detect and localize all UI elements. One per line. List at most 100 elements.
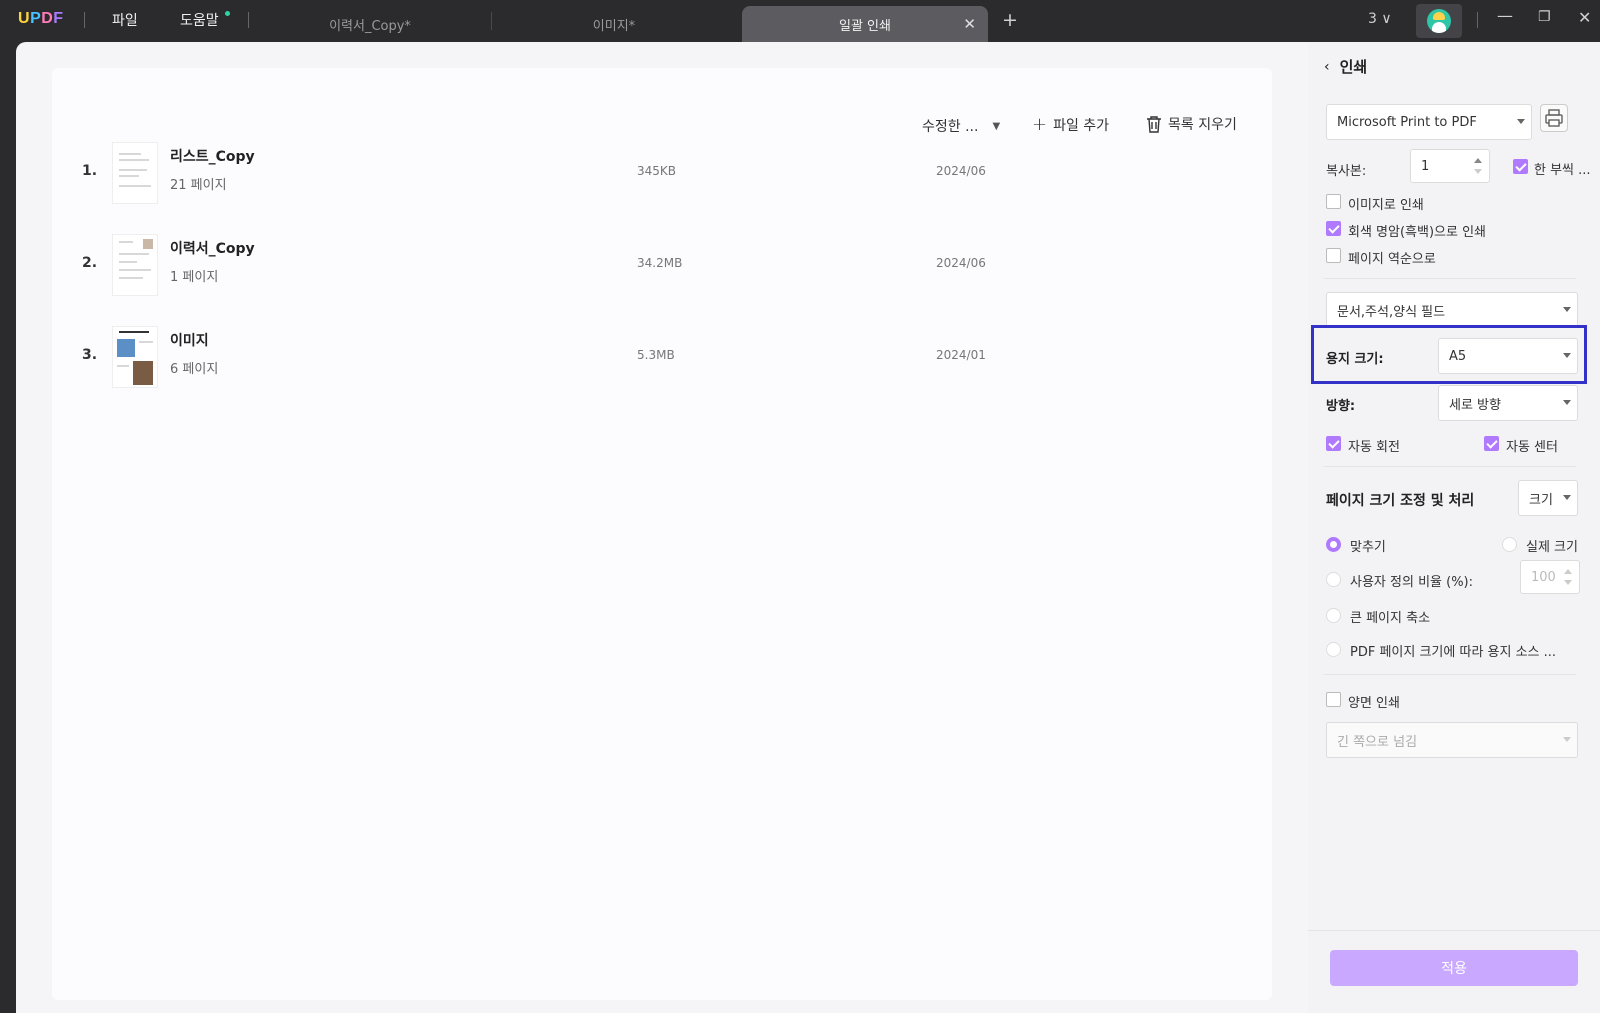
chevron-down-icon: ∨ [1381,11,1392,27]
reverse-order-checkbox[interactable] [1326,248,1341,263]
caret-down-icon [1563,737,1571,742]
custom-scale-radio[interactable] [1326,572,1341,587]
grayscale-label: 회색 명암(흑백)으로 인쇄 [1348,225,1487,240]
file-size: 34.2MB [637,256,683,270]
grayscale-checkbox[interactable] [1326,221,1341,236]
flip-select[interactable]: 긴 쪽으로 넘김 [1326,722,1578,758]
section-divider [1324,278,1576,279]
print-settings-panel: ‹ 인쇄 Microsoft Print to PDF 복사본: 1 한 부씩 … [1308,42,1600,1013]
tab-label: 일괄 인쇄 [839,18,891,34]
file-row[interactable]: 2. 이력서_Copy 1 페이지 34.2MB 2024/06 [52,234,1252,324]
restore-icon[interactable]: ❐ [1538,9,1551,25]
titlebar-separator [84,12,85,28]
file-thumbnail [112,142,158,204]
file-date: 2024/06 [936,256,986,270]
footer-divider [1308,930,1600,931]
collate-checkbox[interactable] [1513,159,1528,174]
close-icon[interactable]: ✕ [963,15,976,33]
minimize-icon[interactable]: — [1497,6,1513,25]
file-row[interactable]: 1. 리스트_Copy 21 페이지 345KB 2024/06 [52,142,1252,232]
content-select[interactable]: 문서,주석,양식 필드 [1326,292,1578,328]
shrink-radio[interactable] [1326,608,1341,623]
reverse-order-label: 페이지 역순으로 [1348,252,1436,267]
scaling-mode-select[interactable]: 크기 [1518,480,1578,516]
duplex-checkbox[interactable] [1326,692,1341,707]
content-value: 문서,주석,양식 필드 [1337,304,1446,320]
section-divider [1324,466,1576,467]
caret-down-icon [1563,400,1571,405]
duplex-label: 양면 인쇄 [1348,696,1400,711]
print-as-image-label: 이미지로 인쇄 [1348,198,1424,213]
copies-stepper[interactable]: 1 [1410,149,1490,183]
tab-resume-copy[interactable]: 이력서_Copy* [250,6,490,42]
account-count-label: 3 [1368,11,1377,27]
add-file-label: 파일 추가 [1053,117,1110,134]
orientation-select[interactable]: 세로 방향 [1438,385,1578,421]
scaling-title: 페이지 크기 조정 및 처리 [1326,493,1475,509]
tab-label: 이력서_Copy* [329,18,411,34]
file-index: 3. [82,347,98,363]
account-count[interactable]: 3 ∨ [1368,11,1392,27]
file-row[interactable]: 3. 이미지 6 페이지 5.3MB 2024/01 [52,326,1252,416]
tab-batch-print[interactable]: 일괄 인쇄 ✕ [742,6,988,42]
sort-dropdown[interactable]: 수정한 ... ▼ [922,116,1000,136]
avatar[interactable] [1416,4,1462,38]
file-list-card: 수정한 ... ▼ + 파일 추가 목록 지우기 1. 리스트_Copy 21 … [52,68,1272,1000]
auto-center-checkbox[interactable] [1484,436,1499,451]
shrink-label: 큰 페이지 축소 [1350,611,1431,626]
printer-icon [1545,109,1563,127]
scaling-mode-value: 크기 [1529,492,1553,508]
tab-image[interactable]: 이미지* [494,6,734,42]
file-pages: 6 페이지 [170,362,219,377]
close-window-icon[interactable]: ✕ [1578,8,1591,27]
custom-scale-label: 사용자 정의 비율 (%): [1350,575,1473,590]
actual-size-radio[interactable] [1502,537,1517,552]
auto-rotate-checkbox[interactable] [1326,436,1341,451]
spin-down-icon[interactable] [1474,169,1482,174]
file-date: 2024/06 [936,164,986,178]
tab-label: 이미지* [592,18,636,34]
file-name: 리스트_Copy [170,149,255,165]
print-as-image-checkbox[interactable] [1326,194,1341,209]
tab-divider [491,12,492,30]
fit-radio[interactable] [1326,537,1341,552]
apply-button[interactable]: 적용 [1330,950,1578,986]
titlebar-separator [1477,12,1478,28]
notification-dot [225,11,230,16]
batch-print-workspace: 수정한 ... ▼ + 파일 추가 목록 지우기 1. 리스트_Copy 21 … [16,42,1308,1013]
file-size: 5.3MB [637,348,675,362]
user-avatar-icon [1427,9,1451,33]
updf-logo[interactable]: UPDF [18,10,64,28]
collate-label: 한 부씩 ... [1534,163,1591,178]
file-name: 이력서_Copy [170,241,255,257]
printer-select[interactable]: Microsoft Print to PDF [1326,104,1532,140]
file-date: 2024/01 [936,348,986,362]
file-thumbnail [112,234,158,296]
sort-label: 수정한 ... [922,119,979,135]
caret-down-icon: ▼ [992,120,1001,132]
panel-header: ‹ 인쇄 [1324,56,1367,77]
printer-value: Microsoft Print to PDF [1337,114,1477,130]
printer-properties-button[interactable] [1540,104,1568,132]
file-pages: 1 페이지 [170,270,219,285]
clear-list-button[interactable]: 목록 지우기 [1146,114,1237,134]
back-arrow-icon[interactable]: ‹ [1324,59,1330,75]
menu-file[interactable]: 파일 [112,10,138,30]
spin-up-icon[interactable] [1564,569,1572,574]
file-pages: 21 페이지 [170,178,227,193]
titlebar-separator [248,12,249,28]
menu-help[interactable]: 도움말 [180,10,219,30]
custom-scale-input[interactable]: 100 [1520,560,1580,594]
file-index: 2. [82,255,98,271]
panel-title: 인쇄 [1339,58,1368,76]
pdf-source-radio[interactable] [1326,642,1341,657]
spin-up-icon[interactable] [1474,158,1482,163]
trash-icon [1147,116,1161,133]
orientation-label: 방향: [1326,399,1356,414]
file-index: 1. [82,163,98,179]
spin-down-icon[interactable] [1564,580,1572,585]
copies-label: 복사본: [1326,164,1367,179]
custom-scale-value: 100 [1531,569,1556,585]
new-tab-button[interactable]: + [1002,9,1018,31]
add-file-button[interactable]: + 파일 추가 [1032,114,1109,135]
